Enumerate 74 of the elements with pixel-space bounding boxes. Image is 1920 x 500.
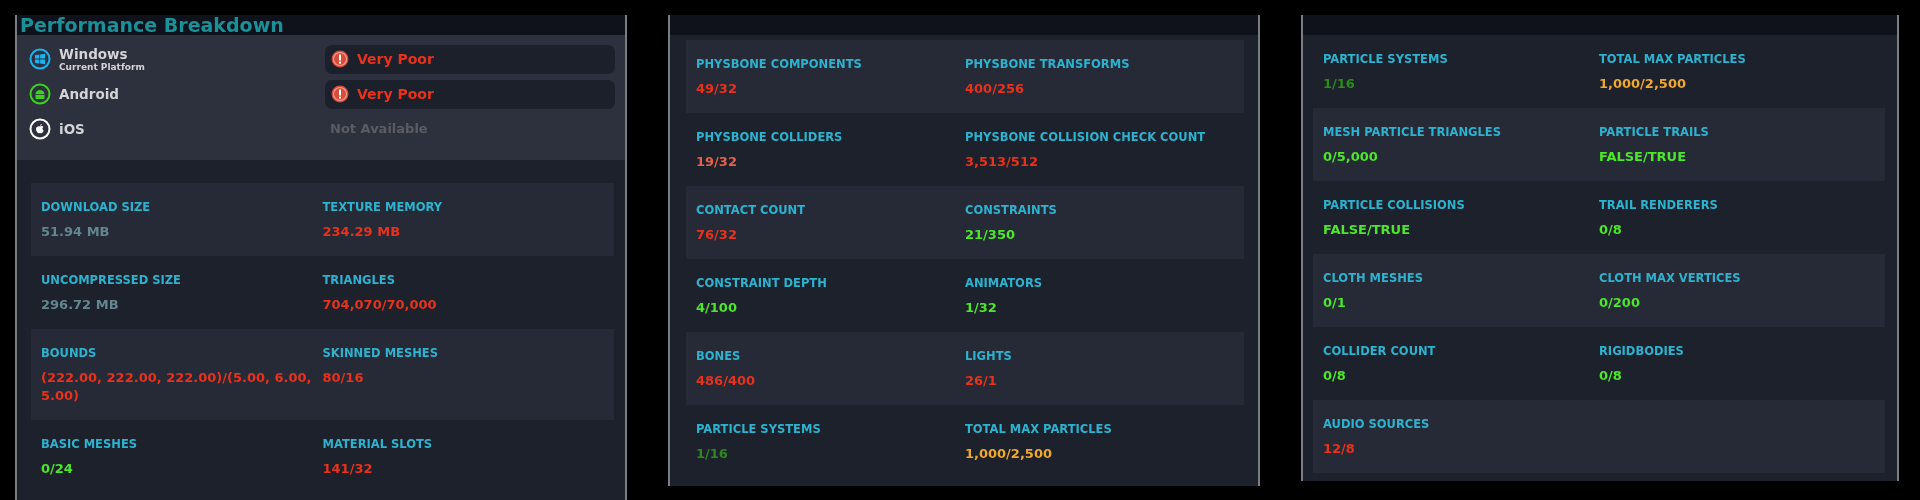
metric-value: 0/8	[1599, 367, 1622, 385]
metric-label: SKINNED MESHES	[322, 346, 438, 360]
metric-label: LIGHTS	[965, 349, 1012, 363]
metric-label: RIGIDBODIES	[1599, 344, 1684, 358]
metric-value: 1,000/2,500	[1599, 75, 1686, 93]
metric-value: 80/16	[322, 369, 364, 387]
metric-value: FALSE/TRUE	[1599, 148, 1687, 166]
metric-label: UNCOMPRESSED SIZE	[41, 273, 181, 287]
metric-value: (222.00, 222.00, 222.00)/(5.00, 6.00, 5.00)	[41, 369, 313, 405]
metric-label: PHYSBONE COMPONENTS	[696, 57, 862, 71]
metric-value: 3,513/512	[965, 153, 1038, 171]
metric-label: BOUNDS	[41, 346, 97, 360]
metric-value: 234.29 MB	[322, 223, 401, 241]
metric-value: 0/24	[41, 460, 73, 478]
metric-label: TRAIL RENDERERS	[1599, 198, 1718, 212]
metric-value: 51.94 MB	[41, 223, 110, 241]
metric-value: FALSE/TRUE	[1323, 221, 1411, 239]
metric-label: PHYSBONE COLLISION CHECK COUNT	[965, 130, 1206, 144]
metric-label: MATERIAL SLOTS	[322, 437, 433, 451]
metric-value: 0/8	[1599, 221, 1622, 239]
metric-value: 21/350	[965, 226, 1015, 244]
warning-icon	[331, 85, 349, 103]
metric-label: PHYSBONE TRANSFORMS	[965, 57, 1130, 71]
metric-value: 0/200	[1599, 294, 1640, 312]
metric-label: PARTICLE SYSTEMS	[696, 422, 821, 436]
metric-label: MESH PARTICLE TRIANGLES	[1323, 125, 1501, 139]
metric-label: PARTICLE TRAILS	[1599, 125, 1709, 139]
windows-logo-icon	[29, 48, 51, 70]
metric-label: CLOTH MAX VERTICES	[1599, 271, 1741, 285]
metric-label: TRIANGLES	[322, 273, 395, 287]
metric-label: TOTAL MAX PARTICLES	[965, 422, 1112, 436]
metric-value: 0/8	[1323, 367, 1346, 385]
metric-label: BASIC MESHES	[41, 437, 137, 451]
metric-label: TOTAL MAX PARTICLES	[1599, 52, 1746, 66]
metric-label: CONTACT COUNT	[696, 203, 805, 217]
metric-label: ANIMATORS	[965, 276, 1042, 290]
metric-value: 12/8	[1323, 440, 1355, 458]
platform-name: Android	[59, 86, 119, 102]
metric-label: CLOTH MESHES	[1323, 271, 1423, 285]
metric-value: 400/256	[965, 80, 1025, 98]
metric-value: 1/16	[696, 445, 728, 463]
metric-value: 19/32	[696, 153, 737, 171]
warning-icon	[331, 50, 349, 68]
metric-label: CONSTRAINT DEPTH	[696, 276, 827, 290]
metric-value: 296.72 MB	[41, 296, 119, 314]
metric-value: 1/32	[965, 299, 997, 317]
metric-value: 0/5,000	[1323, 148, 1378, 166]
metric-label: CONSTRAINTS	[965, 203, 1057, 217]
metric-value: 704,070/70,000	[322, 296, 437, 314]
metric-value: 1/16	[1323, 75, 1355, 93]
panel-title: Performance Breakdown	[19, 15, 284, 35]
platform-name: Windows	[59, 46, 128, 62]
metric-value: 26/1	[965, 372, 997, 390]
metric-label: PARTICLE COLLISIONS	[1323, 198, 1465, 212]
metric-label: AUDIO SOURCES	[1323, 417, 1430, 431]
metric-value: 1,000/2,500	[965, 445, 1052, 463]
metric-label: PARTICLE SYSTEMS	[1323, 52, 1448, 66]
metric-label: DOWNLOAD SIZE	[41, 200, 151, 214]
platform-name: iOS	[59, 121, 85, 137]
metric-label: TEXTURE MEMORY	[322, 200, 443, 214]
metric-label: BONES	[696, 349, 741, 363]
platform-subtitle: Current Platform	[59, 61, 145, 72]
rating-badge: Very Poor	[325, 79, 615, 109]
android-logo-icon	[29, 83, 51, 105]
metric-label: PHYSBONE COLLIDERS	[696, 130, 843, 144]
metric-value: 141/32	[322, 460, 373, 478]
metric-value: 0/1	[1323, 294, 1346, 312]
metric-label: COLLIDER COUNT	[1323, 344, 1436, 358]
metric-value: 49/32	[696, 80, 737, 98]
metric-value: 4/100	[696, 299, 737, 317]
apple-logo-icon	[29, 118, 51, 140]
rating-badge: Very Poor	[325, 44, 615, 74]
metric-value: 76/32	[696, 226, 737, 244]
metric-value: 486/400	[696, 372, 756, 390]
